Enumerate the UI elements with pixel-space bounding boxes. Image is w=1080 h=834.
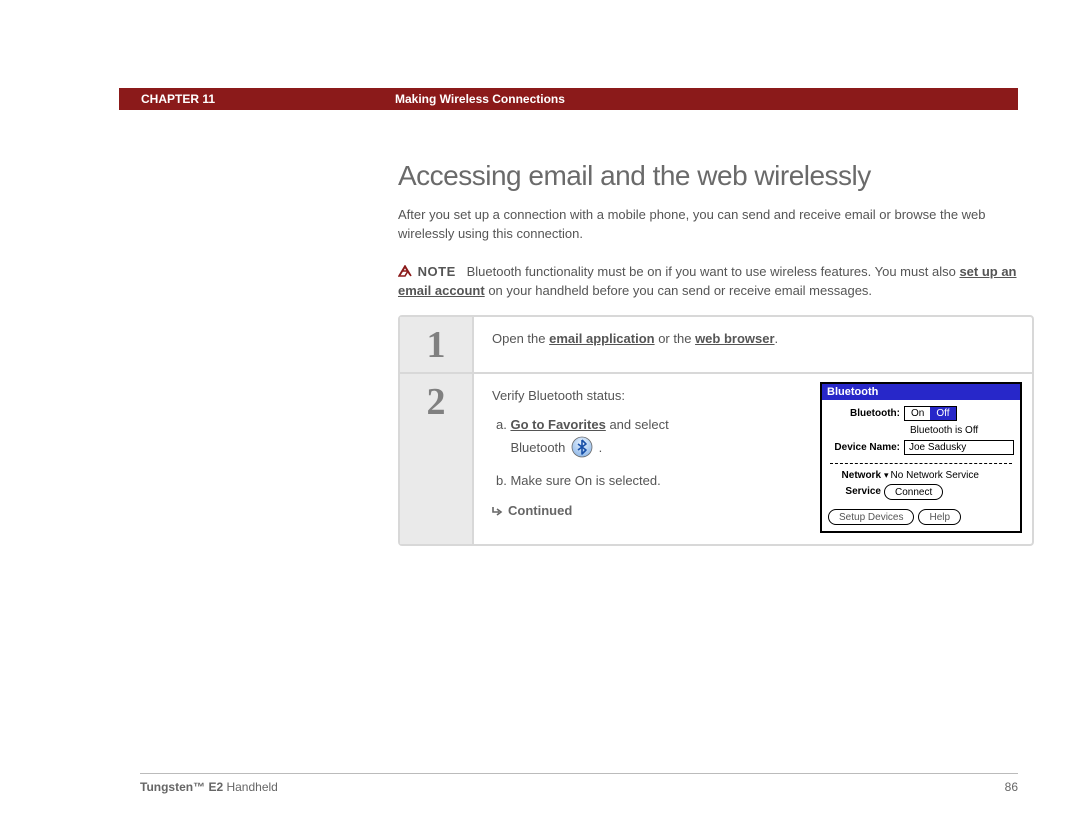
- product-name: Tungsten™ E2 Handheld: [140, 780, 278, 794]
- step-2a-indent: Bluetooth: [510, 440, 569, 455]
- bluetooth-toggle-label: Bluetooth:: [828, 408, 904, 419]
- step-2-body: Verify Bluetooth status: a. Go to Favori…: [474, 374, 1032, 544]
- bluetooth-icon: [571, 436, 593, 458]
- page-heading: Accessing email and the web wirelessly: [398, 160, 1034, 192]
- note-text-before: Bluetooth functionality must be on if yo…: [467, 264, 960, 279]
- bluetooth-panel: Bluetooth Bluetooth: OnOff Bluetooth is …: [820, 382, 1022, 533]
- bluetooth-status-text: Bluetooth is Off: [828, 425, 1014, 436]
- main-content: Accessing email and the web wirelessly A…: [398, 160, 1034, 546]
- continued-label: Continued: [492, 503, 742, 518]
- intro-paragraph: After you set up a connection with a mob…: [398, 206, 1034, 244]
- chapter-number: CHAPTER 11: [119, 92, 395, 106]
- note-icon: [398, 263, 412, 275]
- chapter-title: Making Wireless Connections: [395, 92, 565, 106]
- bluetooth-panel-title: Bluetooth: [822, 384, 1020, 400]
- verify-text: Verify Bluetooth status:: [492, 388, 742, 403]
- step-1-body: Open the email application or the web br…: [474, 317, 1032, 372]
- chapter-header-bar: CHAPTER 11 Making Wireless Connections: [119, 88, 1018, 110]
- step-1-text-before: Open the: [492, 331, 549, 346]
- product-name-rest: Handheld: [223, 780, 278, 794]
- continued-text: Continued: [508, 503, 572, 518]
- step-2a-mid: and select: [606, 417, 669, 432]
- page-number: 86: [1005, 780, 1018, 794]
- step-1-after: .: [775, 331, 779, 346]
- help-button[interactable]: Help: [918, 509, 961, 525]
- network-label: Network: [830, 470, 884, 481]
- step-1-number: 1: [400, 317, 474, 372]
- step-1-row: 1 Open the email application or the web …: [400, 317, 1032, 374]
- step-2a-prefix: a.: [496, 417, 510, 432]
- web-browser-link[interactable]: web browser: [695, 331, 774, 346]
- step-2b: b. Make sure On is selected.: [492, 469, 742, 492]
- step-1-mid: or the: [655, 331, 695, 346]
- toggle-on[interactable]: On: [905, 407, 930, 420]
- continued-arrow-icon: [492, 504, 504, 514]
- email-application-link[interactable]: email application: [549, 331, 654, 346]
- device-name-field[interactable]: Joe Sadusky: [904, 440, 1014, 455]
- note-label: NOTE: [418, 264, 456, 279]
- step-2-number: 2: [400, 374, 474, 544]
- connect-button[interactable]: Connect: [884, 484, 943, 500]
- note-text-after: on your handheld before you can send or …: [485, 283, 872, 298]
- device-name-label: Device Name:: [828, 442, 904, 453]
- steps-box: 1 Open the email application or the web …: [398, 315, 1034, 546]
- service-label: Service: [830, 486, 884, 497]
- toggle-off[interactable]: Off: [930, 407, 955, 420]
- step-2a-end: .: [595, 440, 602, 455]
- bluetooth-on-off-toggle[interactable]: OnOff: [904, 406, 957, 421]
- setup-devices-button[interactable]: Setup Devices: [828, 509, 914, 525]
- page-footer: Tungsten™ E2 Handheld 86: [140, 773, 1018, 794]
- step-2-row: 2 Verify Bluetooth status: a. Go to Favo…: [400, 374, 1032, 544]
- network-value: No Network Service: [891, 470, 979, 481]
- product-name-bold: Tungsten™ E2: [140, 780, 223, 794]
- go-to-favorites-link[interactable]: Go to Favorites: [510, 417, 605, 432]
- panel-divider: [830, 463, 1012, 464]
- note-block: NOTE Bluetooth functionality must be on …: [398, 262, 1034, 301]
